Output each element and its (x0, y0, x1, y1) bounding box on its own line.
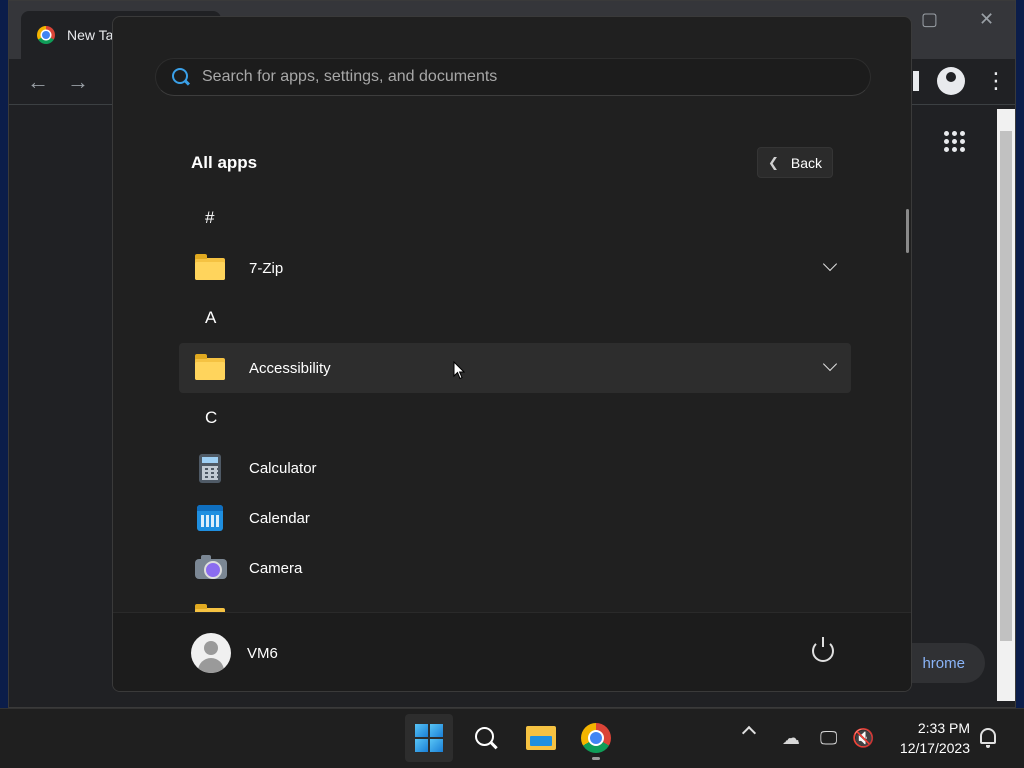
search-icon (172, 68, 190, 86)
chrome-icon (581, 723, 611, 753)
taskbar-file-explorer[interactable] (517, 714, 565, 762)
back-button-label: Back (790, 154, 823, 171)
user-name[interactable]: VM6 (247, 645, 278, 662)
chrome-scroll-thumb[interactable] (1000, 131, 1012, 641)
all-apps-list[interactable]: # 7-Zip A Accessibility C Calculator Cal… (179, 193, 851, 613)
profile-icon[interactable] (937, 67, 965, 95)
file-explorer-icon (526, 726, 556, 750)
forward-arrow-icon[interactable]: → (67, 69, 89, 95)
clock-time: 2:33 PM (917, 720, 970, 736)
chrome-favicon-icon (37, 26, 55, 44)
calculator-icon (195, 453, 225, 483)
start-menu: All apps ❮ Back # 7-Zip A Accessibility … (112, 16, 912, 692)
app-name: Calendar (249, 509, 310, 527)
more-menu-icon[interactable]: ⋮ (985, 67, 1007, 95)
camera-icon (195, 553, 227, 583)
app-name: Calculator (249, 459, 317, 477)
back-button[interactable]: ❮ Back (757, 147, 833, 178)
user-avatar[interactable] (191, 633, 231, 673)
start-search-box[interactable] (155, 58, 871, 96)
customize-chrome-label: hrome (922, 654, 965, 672)
chrome-scrollbar[interactable] (997, 109, 1015, 701)
app-item-calculator[interactable]: Calculator (179, 443, 851, 493)
search-icon (475, 727, 497, 749)
start-menu-footer: VM6 (113, 612, 911, 691)
power-icon[interactable] (812, 637, 834, 662)
app-item-7-zip[interactable]: 7-Zip (179, 243, 851, 293)
taskbar-start-button[interactable] (405, 714, 453, 762)
onedrive-offline-icon[interactable]: ☁ (782, 728, 800, 749)
start-search-input[interactable] (202, 68, 842, 86)
chevron-left-icon: ❮ (767, 154, 779, 170)
close-icon[interactable]: ✕ (979, 9, 994, 30)
taskbar-clock[interactable]: 2:33 PM 12/17/2023 (880, 718, 970, 758)
app-item-partial[interactable] (179, 593, 851, 613)
section-letter-c[interactable]: C (179, 393, 851, 443)
chevron-down-icon[interactable] (822, 356, 838, 372)
app-name: Accessibility (249, 359, 331, 377)
windows-logo-icon (415, 724, 443, 752)
section-letter-hash[interactable]: # (179, 193, 851, 243)
volume-muted-icon[interactable]: 🔇 (852, 728, 874, 749)
app-name: Camera (249, 559, 303, 577)
all-apps-title: All apps (191, 153, 258, 172)
app-item-camera[interactable]: Camera (179, 543, 851, 593)
calendar-icon (195, 503, 225, 533)
app-item-calendar[interactable]: Calendar (179, 493, 851, 543)
taskbar-chrome[interactable] (572, 714, 620, 762)
chevron-down-icon[interactable] (822, 256, 838, 272)
back-arrow-icon[interactable]: ← (27, 69, 49, 95)
google-apps-icon[interactable] (944, 131, 965, 152)
app-item-accessibility[interactable]: Accessibility (179, 343, 851, 393)
network-icon[interactable]: 🖵 (820, 728, 837, 749)
start-menu-scrollbar[interactable] (906, 209, 909, 253)
folder-icon (195, 353, 225, 383)
section-letter-a[interactable]: A (179, 293, 851, 343)
side-panel-icon[interactable] (913, 71, 919, 91)
app-name: 7-Zip (249, 259, 284, 277)
taskbar-search-button[interactable] (462, 714, 510, 762)
notification-bell-icon[interactable] (980, 728, 996, 748)
mouse-cursor-icon (453, 361, 465, 380)
running-indicator (592, 757, 600, 760)
clock-date: 12/17/2023 (899, 740, 970, 756)
maximize-icon[interactable]: ▢ (921, 9, 938, 30)
folder-icon (195, 253, 225, 283)
chrome-tab-title: New Ta (67, 27, 114, 43)
